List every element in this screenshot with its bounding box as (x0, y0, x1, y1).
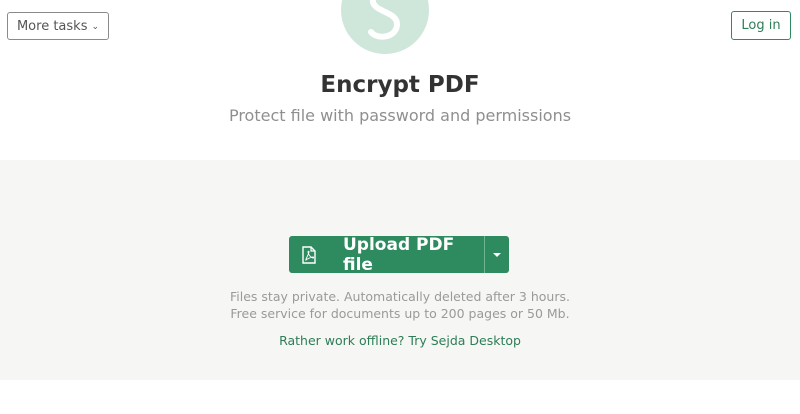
pdf-file-icon (301, 245, 317, 264)
sejda-logo[interactable] (341, 0, 429, 54)
caret-down-icon (493, 252, 501, 257)
chevron-down-icon: ⌄ (91, 21, 100, 32)
upload-button-group: Upload PDF file (289, 236, 509, 273)
privacy-note: Files stay private. Automatically delete… (230, 289, 570, 304)
sejda-s-icon (368, 0, 401, 40)
more-tasks-label: More tasks (16, 18, 88, 34)
limits-note: Free service for documents up to 200 pag… (230, 306, 570, 321)
upload-button-label: Upload PDF file (343, 236, 455, 273)
more-tasks-button[interactable]: More tasks ⌄ (7, 12, 109, 40)
page-subtitle: Protect file with password and permissio… (228, 106, 572, 125)
page-title: Encrypt PDF (320, 72, 480, 98)
login-button[interactable]: Log in (731, 11, 791, 40)
upload-options-dropdown[interactable] (485, 236, 509, 273)
upload-pdf-button[interactable]: Upload PDF file (289, 236, 484, 273)
desktop-offline-link[interactable]: Rather work offline? Try Sejda Desktop (0, 333, 800, 348)
